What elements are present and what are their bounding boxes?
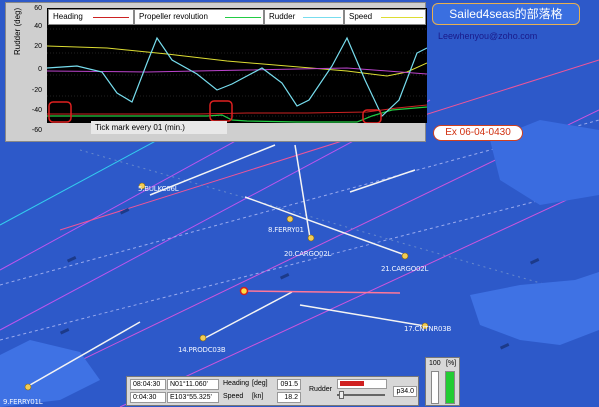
propeller-gauge: 100 [%] xyxy=(425,357,460,406)
landmass xyxy=(470,272,599,345)
vessel-vector xyxy=(299,304,426,327)
ship-silhouette xyxy=(59,327,70,335)
trend-plot-area xyxy=(47,8,427,123)
ship-silhouette xyxy=(279,272,290,280)
email-text: Leewhenyou@zoho.com xyxy=(438,31,538,41)
y-axis-label: Rudder (deg) xyxy=(13,7,22,55)
speed-unit: [kn] xyxy=(252,393,264,400)
ship-status-panel: 08:04:30 N01°11.060' 0:04:30 E103°55.325… xyxy=(126,376,419,406)
vessel-label: 17.CNTNR03B xyxy=(404,325,452,333)
legend-propeller: Propeller revolution xyxy=(134,9,264,25)
blog-title-badge: Sailed4seas的部落格 xyxy=(432,3,580,25)
elapsed-time-readout: 0:04:30 xyxy=(130,392,166,403)
legend-rudder: Rudder xyxy=(264,9,344,25)
speed-label: Speed xyxy=(223,393,244,400)
y-tick-label: -20 xyxy=(31,87,42,94)
ship-silhouette xyxy=(499,342,510,350)
trend-chart-panel: Rudder (deg) 60 40 20 0 -20 -40 -60 Head… xyxy=(5,2,427,142)
heading-unit: [deg] xyxy=(252,380,268,387)
gauge-fill xyxy=(446,372,454,403)
vessel-label: 9.FERRY01L xyxy=(3,398,43,406)
vessel-marker[interactable] xyxy=(286,215,294,223)
vessel-label: 20.CARGO02L xyxy=(284,250,332,258)
gauge-track xyxy=(431,371,439,404)
vessel-vector xyxy=(349,169,416,193)
magenta-series-line xyxy=(47,67,427,75)
legend-speed: Speed xyxy=(344,9,426,25)
y-tick-label: -60 xyxy=(31,127,42,134)
heading-label: Heading xyxy=(223,380,250,387)
vessel-label: 14.PRODC03B xyxy=(178,346,226,354)
ship-silhouette xyxy=(529,257,540,265)
vessel-label: 5.BULKC06L xyxy=(138,185,179,193)
rudder-value: p34.0 xyxy=(393,386,417,397)
heading-value: 091.5 xyxy=(277,379,301,390)
own-ship-track xyxy=(244,290,401,294)
gauge-unit: [%] xyxy=(446,360,457,367)
vessel-marker[interactable] xyxy=(401,252,409,260)
vessel-marker[interactable] xyxy=(24,383,32,391)
vessel-vector xyxy=(204,291,293,339)
longitude-readout: E103°55.325' xyxy=(167,392,219,403)
vessel-vector xyxy=(294,144,311,239)
tick-mark-note: Tick mark every 01 (min.) xyxy=(91,121,227,134)
own-ship-marker[interactable] xyxy=(239,286,249,296)
ship-silhouette xyxy=(66,255,77,263)
rudder-slider-thumb[interactable] xyxy=(339,391,344,399)
gauge-bar xyxy=(445,371,455,404)
y-tick-label: -40 xyxy=(31,107,42,114)
y-tick-label: 40 xyxy=(34,23,42,30)
vessel-label: 8.FERRY01 xyxy=(268,226,304,234)
speed-value: 18.2 xyxy=(277,392,301,403)
rudder-indicator xyxy=(337,379,387,389)
rudder-series-line xyxy=(47,36,427,118)
rudder-slider[interactable] xyxy=(337,391,385,399)
date-stamp: Ex 06-04-0430 xyxy=(433,125,523,141)
time-readout: 08:04:30 xyxy=(130,379,166,390)
vessel-marker[interactable] xyxy=(199,334,207,342)
latitude-readout: N01°11.060' xyxy=(167,379,219,390)
gauge-max-label: 100 xyxy=(429,360,441,367)
vessel-label: 21.CARGO02L xyxy=(381,265,429,273)
vessel-marker[interactable] xyxy=(307,234,315,242)
y-tick-label: 20 xyxy=(34,43,42,50)
y-tick-label: 0 xyxy=(38,66,42,73)
rudder-label: Rudder xyxy=(309,386,332,393)
legend-heading: Heading xyxy=(48,9,134,25)
ship-silhouette xyxy=(119,207,130,215)
y-tick-label: 60 xyxy=(34,5,42,12)
